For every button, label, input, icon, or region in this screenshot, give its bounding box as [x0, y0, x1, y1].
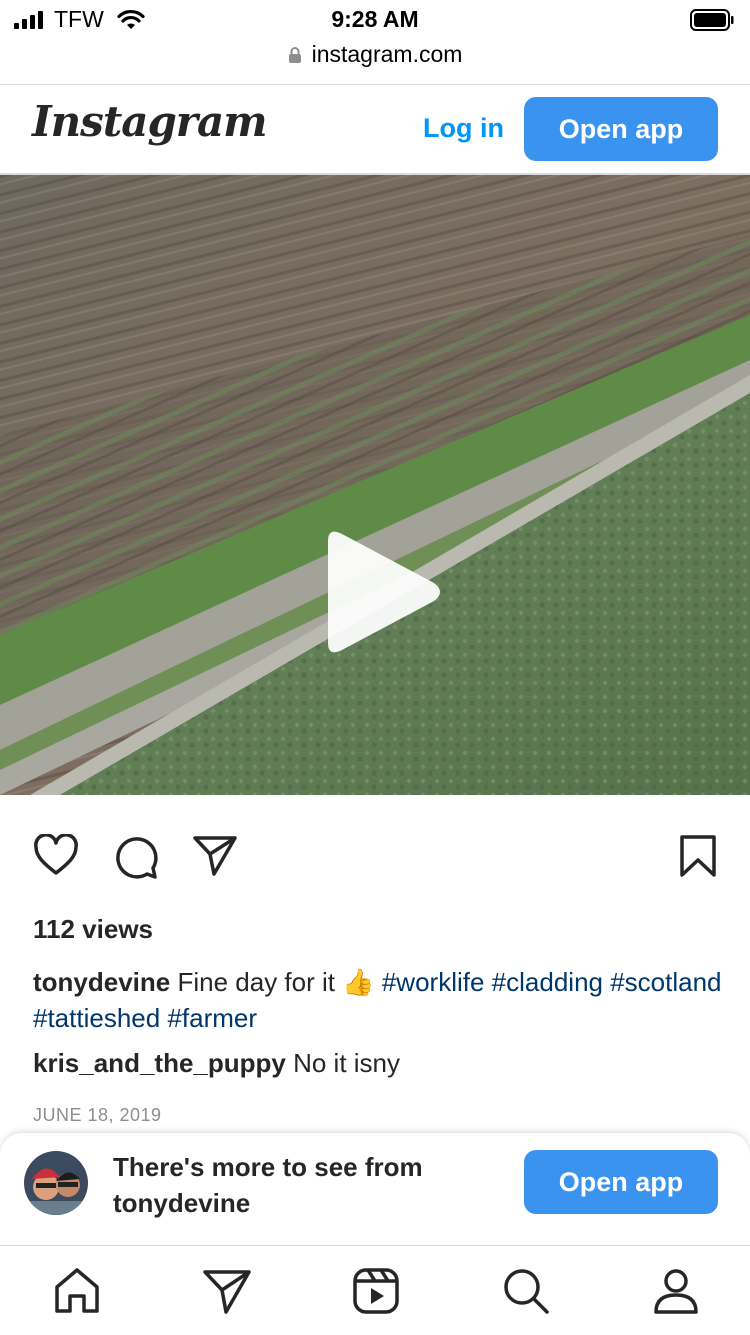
- lock-icon: [288, 46, 301, 63]
- url-bar[interactable]: instagram.com: [0, 40, 750, 84]
- reels-icon[interactable]: [351, 1266, 401, 1316]
- heart-icon[interactable]: [33, 834, 79, 876]
- open-app-banner: There's more to see from tonydevine Open…: [0, 1133, 750, 1245]
- bottom-nav: [0, 1245, 750, 1335]
- post-caption: tonydevine Fine day for it 👍 #worklife #…: [33, 964, 723, 1036]
- hashtag[interactable]: #farmer: [167, 1003, 257, 1033]
- caption-username[interactable]: tonydevine: [33, 967, 170, 997]
- comment-username[interactable]: kris_and_the_puppy: [33, 1048, 286, 1078]
- profile-icon[interactable]: [651, 1266, 701, 1316]
- comment-icon[interactable]: [113, 834, 159, 880]
- comment-text: No it isny: [293, 1048, 401, 1078]
- thumbs-up-emoji: 👍: [342, 967, 375, 997]
- status-bar: TFW 9:28 AM: [0, 0, 750, 40]
- open-app-button[interactable]: Open app: [524, 1150, 718, 1214]
- share-icon[interactable]: [192, 834, 238, 878]
- banner-line: There's more to see from: [113, 1152, 423, 1182]
- hashtag[interactable]: #worklife: [382, 967, 485, 997]
- login-link[interactable]: Log in: [423, 113, 504, 144]
- url-text: instagram.com: [311, 41, 463, 67]
- open-app-button[interactable]: Open app: [524, 97, 718, 161]
- comment: kris_and_the_puppy No it isny: [33, 1045, 400, 1081]
- post-actions: [0, 810, 750, 900]
- avatar[interactable]: [24, 1151, 88, 1215]
- caption-text: Fine day for it: [177, 967, 335, 997]
- instagram-logo[interactable]: Instagram: [32, 97, 268, 146]
- banner-username[interactable]: tonydevine: [113, 1185, 493, 1221]
- post-date: JUNE 18, 2019: [33, 1105, 162, 1125]
- direct-icon[interactable]: [202, 1266, 252, 1316]
- hashtag[interactable]: #tattieshed: [33, 1003, 160, 1033]
- clock: 9:28 AM: [331, 6, 419, 32]
- bookmark-icon[interactable]: [679, 834, 717, 878]
- post-video[interactable]: [0, 175, 750, 795]
- home-icon[interactable]: [52, 1266, 102, 1316]
- app-header: Instagram Log in Open app: [0, 85, 750, 173]
- video-thumbnail: [0, 175, 750, 795]
- play-icon[interactable]: [320, 527, 445, 657]
- banner-text: There's more to see from tonydevine: [113, 1149, 493, 1221]
- battery-icon: [690, 9, 734, 31]
- view-count: 112 views: [33, 914, 153, 944]
- hashtag[interactable]: #scotland: [610, 967, 721, 997]
- hashtag[interactable]: #cladding: [492, 967, 603, 997]
- search-icon[interactable]: [501, 1266, 551, 1316]
